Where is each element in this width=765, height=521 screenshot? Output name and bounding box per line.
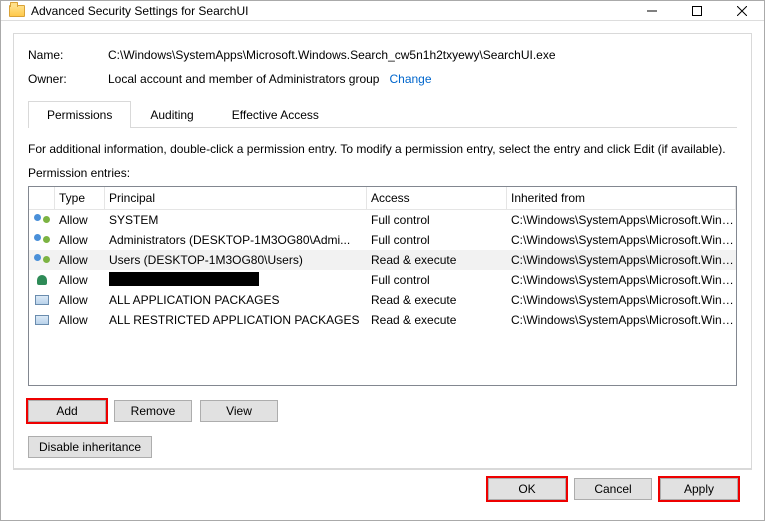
- inheritance-row: Disable inheritance: [28, 436, 737, 458]
- table-row[interactable]: AllowUsers (DESKTOP-1M3OG80\Users)Read &…: [29, 250, 736, 270]
- cell-access: Full control: [367, 233, 507, 247]
- people-icon: [34, 254, 50, 266]
- cell-inherited: C:\Windows\SystemApps\Microsoft.Windo...: [507, 293, 736, 307]
- table-row[interactable]: AllowAdministrators (DESKTOP-1M3OG80\Adm…: [29, 230, 736, 250]
- permissions-grid[interactable]: Type Principal Access Inherited from All…: [28, 186, 737, 386]
- window-buttons: [629, 1, 764, 20]
- cell-access: Read & execute: [367, 253, 507, 267]
- col-type[interactable]: Type: [55, 187, 105, 210]
- cell-inherited: C:\Windows\SystemApps\Microsoft.Windo...: [507, 233, 736, 247]
- package-icon: [35, 315, 49, 325]
- tab-auditing[interactable]: Auditing: [131, 101, 212, 128]
- remove-button[interactable]: Remove: [114, 400, 192, 422]
- tabs: Permissions Auditing Effective Access: [28, 100, 737, 128]
- row-owner: Owner: Local account and member of Admin…: [28, 72, 737, 86]
- table-row[interactable]: AllowALL APPLICATION PACKAGESRead & exec…: [29, 290, 736, 310]
- cell-type: Allow: [55, 233, 105, 247]
- person-icon: [37, 275, 47, 285]
- tab-permissions[interactable]: Permissions: [28, 101, 131, 128]
- cell-principal: Users (DESKTOP-1M3OG80\Users): [105, 253, 367, 267]
- folder-icon: [9, 5, 25, 17]
- cell-type: Allow: [55, 293, 105, 307]
- cell-inherited: C:\Windows\SystemApps\Microsoft.Windo...: [507, 213, 736, 227]
- cell-icon: [29, 214, 55, 226]
- cell-principal: Administrators (DESKTOP-1M3OG80\Admi...: [105, 233, 367, 247]
- window-title: Advanced Security Settings for SearchUI: [31, 4, 629, 18]
- cell-access: Read & execute: [367, 293, 507, 307]
- people-icon: [34, 234, 50, 246]
- table-row[interactable]: Allow Full controlC:\Windows\SystemApps\M…: [29, 270, 736, 290]
- cell-principal: ALL APPLICATION PACKAGES: [105, 293, 367, 307]
- info-text: For additional information, double-click…: [28, 142, 737, 156]
- titlebar: Advanced Security Settings for SearchUI: [1, 1, 764, 21]
- col-principal[interactable]: Principal: [105, 187, 367, 210]
- cell-access: Full control: [367, 213, 507, 227]
- redacted-principal: [109, 272, 259, 286]
- cell-type: Allow: [55, 273, 105, 287]
- grid-body: AllowSYSTEMFull controlC:\Windows\System…: [29, 210, 736, 330]
- col-inherited[interactable]: Inherited from: [507, 187, 736, 210]
- cell-type: Allow: [55, 253, 105, 267]
- permission-entries-label: Permission entries:: [28, 166, 737, 180]
- col-icon[interactable]: [29, 187, 55, 210]
- cell-principal: SYSTEM: [105, 213, 367, 227]
- cell-type: Allow: [55, 313, 105, 327]
- minimize-button[interactable]: [629, 1, 674, 20]
- footer: OK Cancel Apply: [13, 469, 752, 508]
- table-row[interactable]: AllowALL RESTRICTED APPLICATION PACKAGES…: [29, 310, 736, 330]
- cancel-button[interactable]: Cancel: [574, 478, 652, 500]
- cell-access: Read & execute: [367, 313, 507, 327]
- add-button[interactable]: Add: [28, 400, 106, 422]
- cell-icon: [29, 234, 55, 246]
- cell-icon: [29, 315, 55, 325]
- content: Name: C:\Windows\SystemApps\Microsoft.Wi…: [1, 21, 764, 520]
- grid-button-row: Add Remove View: [28, 400, 737, 422]
- cell-icon: [29, 275, 55, 285]
- people-icon: [34, 214, 50, 226]
- table-row[interactable]: AllowSYSTEMFull controlC:\Windows\System…: [29, 210, 736, 230]
- change-owner-link[interactable]: Change: [389, 72, 431, 86]
- col-access[interactable]: Access: [367, 187, 507, 210]
- cell-inherited: C:\Windows\SystemApps\Microsoft.Windo...: [507, 273, 736, 287]
- cell-principal: [105, 272, 367, 289]
- tab-effective-access[interactable]: Effective Access: [213, 101, 338, 128]
- cell-inherited: C:\Windows\SystemApps\Microsoft.Windo...: [507, 253, 736, 267]
- window: Advanced Security Settings for SearchUI …: [0, 0, 765, 521]
- cell-icon: [29, 295, 55, 305]
- ok-button[interactable]: OK: [488, 478, 566, 500]
- close-button[interactable]: [719, 1, 764, 20]
- cell-inherited: C:\Windows\SystemApps\Microsoft.Windo...: [507, 313, 736, 327]
- cell-principal: ALL RESTRICTED APPLICATION PACKAGES: [105, 313, 367, 327]
- view-button[interactable]: View: [200, 400, 278, 422]
- package-icon: [35, 295, 49, 305]
- cell-icon: [29, 254, 55, 266]
- maximize-button[interactable]: [674, 1, 719, 20]
- name-value: C:\Windows\SystemApps\Microsoft.Windows.…: [108, 48, 556, 62]
- name-label: Name:: [28, 48, 108, 62]
- cell-access: Full control: [367, 273, 507, 287]
- cell-type: Allow: [55, 213, 105, 227]
- owner-label: Owner:: [28, 72, 108, 86]
- row-name: Name: C:\Windows\SystemApps\Microsoft.Wi…: [28, 48, 737, 62]
- main-panel: Name: C:\Windows\SystemApps\Microsoft.Wi…: [13, 33, 752, 469]
- apply-button[interactable]: Apply: [660, 478, 738, 500]
- grid-header: Type Principal Access Inherited from: [29, 187, 736, 210]
- disable-inheritance-button[interactable]: Disable inheritance: [28, 436, 152, 458]
- owner-value: Local account and member of Administrato…: [108, 72, 379, 86]
